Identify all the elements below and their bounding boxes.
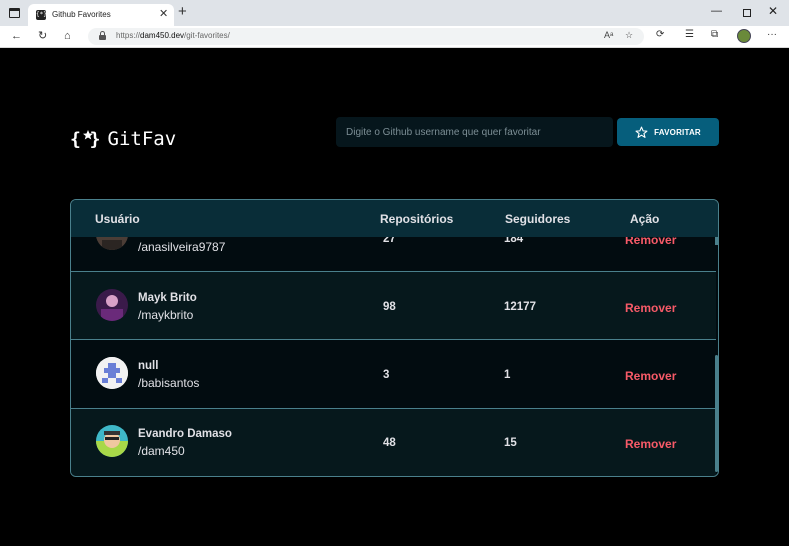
back-icon[interactable]: ← [11, 29, 22, 43]
user-avatar[interactable] [96, 237, 128, 250]
star-icon [635, 126, 648, 138]
address-bar[interactable]: https://dam450.dev/git-favorites/ Aᵃ ☆ [88, 28, 644, 45]
home-icon[interactable]: ⌂ [64, 29, 71, 43]
user-avatar[interactable] [96, 425, 128, 457]
repos-count: 48 [383, 437, 396, 449]
browser-tab[interactable]: {*} Github Favorites ✕ [28, 4, 174, 26]
logo-star-icon [83, 130, 93, 140]
repos-count: 3 [383, 369, 390, 381]
table-row: Evandro Damaso /dam450 48 15 Remover [71, 409, 716, 476]
followers-count: 15 [504, 437, 517, 449]
new-tab-icon[interactable]: + [178, 4, 187, 20]
favorites-icon[interactable]: ☰ [685, 29, 694, 40]
search-input[interactable] [336, 117, 613, 147]
extensions-icon[interactable]: ⟳ [656, 29, 664, 40]
read-aloud-icon[interactable]: Aᵃ [604, 30, 613, 40]
user-login: /babisantos [138, 376, 200, 390]
tab-title: Github Favorites [52, 10, 111, 19]
favorite-button[interactable]: FAVORITAR [617, 118, 719, 146]
repos-count: 27 [383, 237, 396, 245]
column-header-user: Usuário [95, 212, 140, 226]
maximize-icon[interactable] [743, 9, 751, 17]
user-name: Mayk Brito [138, 292, 197, 304]
scrollbar-thumb[interactable] [715, 355, 718, 472]
favorite-star-icon[interactable]: ☆ [625, 30, 633, 41]
logo-text: GitFav [107, 128, 177, 150]
followers-count: 12177 [504, 301, 536, 313]
followers-count: 184 [504, 237, 524, 245]
remove-button[interactable]: Remover [625, 237, 676, 247]
column-header-repos: Repositórios [380, 212, 454, 226]
tab-close-icon[interactable]: ✕ [159, 7, 168, 20]
table-row: Mayk Brito /maykbrito 98 12177 Remover [71, 272, 716, 340]
more-options-icon[interactable]: ··· [767, 29, 777, 40]
user-name: null [138, 360, 159, 372]
user-login: /dam450 [138, 444, 185, 458]
column-header-action: Ação [630, 212, 660, 226]
favorite-button-label: FAVORITAR [654, 127, 701, 137]
favicon-icon: {*} [36, 10, 47, 20]
repos-count: 98 [383, 301, 396, 313]
browser-toolbar: ← ↻ ⌂ https://dam450.dev/git-favorites/ … [0, 26, 789, 48]
reload-icon[interactable]: ↻ [38, 29, 47, 43]
logo: { } GitFav [70, 127, 176, 151]
collections-icon[interactable]: ⧉ [711, 29, 718, 40]
user-name: Evandro Damaso [138, 428, 232, 440]
minimize-icon[interactable]: — [711, 5, 722, 17]
profile-avatar[interactable] [737, 29, 751, 43]
window-close-icon[interactable]: ✕ [768, 4, 778, 18]
url-text[interactable]: https://dam450.dev/git-favorites/ [116, 31, 230, 40]
remove-button[interactable]: Remover [625, 369, 676, 383]
scrollbar-top [715, 237, 718, 245]
user-avatar[interactable] [96, 357, 128, 389]
page: { } GitFav FAVORITAR Usuário Repositório… [0, 48, 789, 546]
column-header-followers: Seguidores [505, 212, 571, 226]
table-row: /anasilveira9787 27 184 Remover [71, 237, 716, 272]
table-body: /anasilveira9787 27 184 Remover Mayk Bri… [71, 237, 716, 476]
browser-tab-bar: {*} Github Favorites ✕ + — ✕ [0, 0, 789, 26]
user-login: /anasilveira9787 [138, 240, 226, 254]
user-avatar[interactable] [96, 289, 128, 321]
user-login: /maykbrito [138, 308, 194, 322]
lock-icon[interactable] [99, 31, 106, 40]
favorites-table: Usuário Repositórios Seguidores Ação /an… [70, 199, 719, 477]
tab-actions-icon[interactable] [9, 8, 20, 18]
remove-button[interactable]: Remover [625, 301, 676, 315]
followers-count: 1 [504, 369, 511, 381]
table-header: Usuário Repositórios Seguidores Ação [71, 200, 718, 237]
remove-button[interactable]: Remover [625, 437, 676, 451]
table-row: null /babisantos 3 1 Remover [71, 341, 716, 409]
